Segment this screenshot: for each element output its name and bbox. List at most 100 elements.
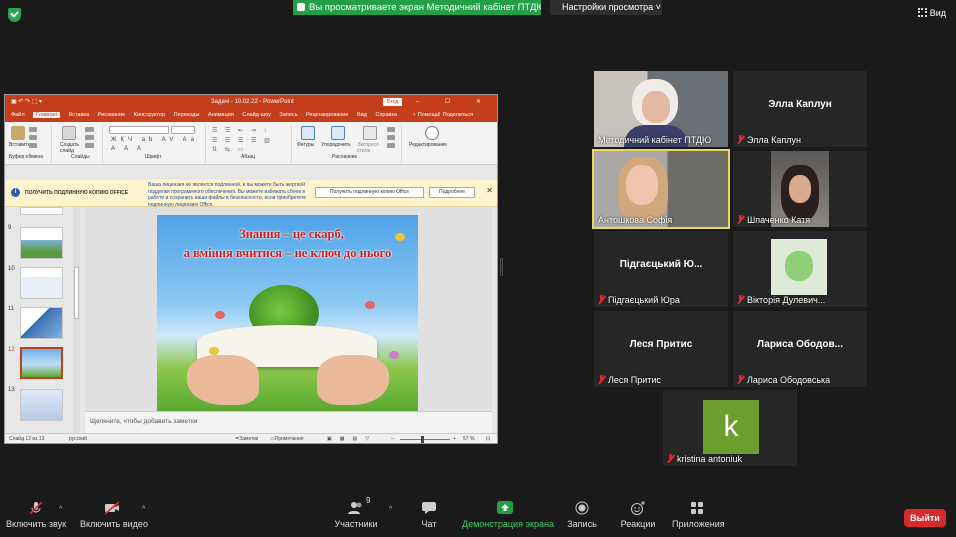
- leave-meeting-button[interactable]: Выйти: [904, 509, 946, 527]
- fit-slide-icon[interactable]: ⊡: [486, 434, 490, 443]
- participant-tile-active-speaker[interactable]: Антошкова Софія: [592, 149, 730, 229]
- editing-label: Редактирование: [409, 142, 448, 148]
- apps-icon: [689, 501, 705, 515]
- participant-tile[interactable]: Шпаченко Катя: [733, 151, 867, 227]
- license-warning-text[interactable]: Ваша лицензия не является подлинной, и в…: [148, 182, 308, 208]
- ppt-window-controls[interactable]: ▭ – ☐ ✕: [385, 95, 493, 109]
- resize-handle[interactable]: [500, 258, 503, 276]
- butterfly-image: [389, 351, 399, 359]
- scrollbar-thumb[interactable]: [74, 267, 79, 319]
- share-screen-button[interactable]: Демонстрация экрана: [462, 492, 554, 537]
- notes-toggle[interactable]: ≐ Заметки: [235, 434, 258, 443]
- security-shield-icon[interactable]: [8, 8, 21, 22]
- ribbon-tab-home[interactable]: Главная: [33, 112, 60, 118]
- shape-outline-icon[interactable]: [387, 135, 395, 140]
- slide-thumbnail[interactable]: [20, 307, 63, 339]
- list-buttons[interactable]: ☰ ☰ ⇤ ⇥ ↕: [212, 127, 269, 134]
- participant-tile[interactable]: k kristina antoniuk: [663, 390, 797, 466]
- slide-thumbnail[interactable]: [20, 207, 63, 215]
- ribbon-tab-transitions[interactable]: Переходы: [174, 112, 200, 118]
- participants-button[interactable]: Участники: [334, 492, 378, 537]
- arrange-icon[interactable]: [331, 126, 345, 140]
- ppt-share-button[interactable]: ⇧ Поделиться: [436, 109, 480, 122]
- text-direction-buttons[interactable]: ⇅ ⇆ ▭: [212, 146, 246, 153]
- copy-icon[interactable]: [29, 135, 37, 140]
- section-icon[interactable]: [85, 143, 94, 148]
- comments-toggle[interactable]: ▭ Примечания: [270, 434, 304, 443]
- mic-muted-icon: [28, 501, 44, 515]
- slide-thumbnail-selected[interactable]: [20, 347, 63, 379]
- participants-count: 9: [366, 496, 371, 505]
- zoom-out-button[interactable]: –: [391, 434, 394, 443]
- mic-muted-icon: [737, 375, 744, 384]
- participants-options-chevron-icon[interactable]: ^: [389, 506, 392, 513]
- find-icon[interactable]: [425, 126, 439, 140]
- ribbon-separator: [205, 125, 206, 163]
- reset-icon[interactable]: [85, 135, 94, 140]
- zoom-in-button[interactable]: +: [453, 434, 456, 443]
- notes-pane[interactable]: Щелкните, чтобы добавить заметки: [85, 411, 492, 433]
- view-button[interactable]: Вид: [917, 8, 946, 18]
- slide-editing-canvas[interactable]: Знання – це скарб, а вміння вчитися – не…: [85, 207, 492, 411]
- new-slide-icon[interactable]: [62, 126, 76, 140]
- font-size-select[interactable]: [171, 126, 195, 134]
- shapes-label: Фигуры: [297, 142, 315, 148]
- ribbon-tab-insert[interactable]: Вставка: [69, 112, 89, 118]
- participant-tile[interactable]: Лариса Ободов... Лариса Ободовська: [733, 311, 867, 387]
- quick-access-toolbar-icons[interactable]: ▣ ↶ ↷ ⬚ ▾: [11, 95, 42, 109]
- view-mode-buttons[interactable]: ▣▦▤▽: [327, 434, 377, 443]
- express-styles-label: Экспресс-стили: [357, 142, 381, 154]
- participant-name-text: Леся Притис: [608, 375, 661, 385]
- participant-tile[interactable]: Методичний кабінет ПТДЮ: [594, 71, 728, 147]
- express-styles-icon[interactable]: [363, 126, 377, 140]
- participant-name: Шпаченко Катя: [737, 215, 810, 225]
- zoom-level[interactable]: 57 %: [463, 434, 474, 443]
- shape-effects-icon[interactable]: [387, 143, 395, 148]
- ribbon-tab-record[interactable]: Запись: [279, 112, 297, 118]
- font-name-select[interactable]: [109, 126, 169, 134]
- apps-button[interactable]: Приложения: [672, 492, 725, 537]
- audio-options-chevron-icon[interactable]: ^: [59, 506, 62, 513]
- share-screen-label: Демонстрация экрана: [462, 519, 554, 529]
- unmute-button[interactable]: Включить звук: [6, 492, 66, 537]
- view-settings-dropdown[interactable]: Настройки просмотра ˅: [550, 0, 662, 15]
- shape-fill-icon[interactable]: [387, 127, 395, 132]
- slide-scrollbar[interactable]: [492, 207, 497, 433]
- more-info-button[interactable]: Подробнее: [429, 187, 475, 198]
- chat-button[interactable]: Чат: [416, 492, 442, 537]
- ribbon-tab-view[interactable]: Вид: [357, 112, 367, 118]
- ribbon-tab-slideshow[interactable]: Слайд-шоу: [242, 112, 271, 118]
- ribbon-tab-file[interactable]: Файл: [11, 112, 25, 118]
- get-genuine-office-button[interactable]: Получить подлинную копию Office: [315, 187, 424, 198]
- zoom-slider-thumb[interactable]: [421, 436, 424, 443]
- slide-thumbnail[interactable]: [20, 267, 63, 299]
- slide-thumbnail[interactable]: [20, 389, 63, 421]
- close-icon[interactable]: ✕: [486, 186, 493, 195]
- language-indicator[interactable]: русский: [69, 434, 87, 443]
- slide-thumbnail[interactable]: [20, 227, 63, 259]
- start-video-button[interactable]: Включить видео: [80, 492, 148, 537]
- reactions-button[interactable]: Реакции: [620, 492, 656, 537]
- participant-tile[interactable]: Вікторія Дулевич...: [733, 231, 867, 307]
- video-options-chevron-icon[interactable]: ^: [142, 506, 145, 513]
- participant-tile[interactable]: Леся Притис Леся Притис: [594, 311, 728, 387]
- ribbon-tab-help[interactable]: Справка: [375, 112, 397, 118]
- layout-icon[interactable]: [85, 127, 94, 132]
- format-painter-icon[interactable]: [29, 143, 37, 148]
- thumbnail-scrollbar[interactable]: [73, 207, 80, 433]
- ribbon-tab-design[interactable]: Конструктор: [134, 112, 165, 118]
- current-slide[interactable]: Знання – це скарб, а вміння вчитися – не…: [157, 215, 418, 411]
- shapes-icon[interactable]: [301, 126, 315, 140]
- ribbon-tab-animations[interactable]: Анимация: [208, 112, 234, 118]
- ribbon-tab-draw[interactable]: Рисование: [98, 112, 126, 118]
- participant-tile[interactable]: Элла Каплун Элла Каплун: [733, 71, 867, 147]
- font-color-buttons[interactable]: A A A: [111, 146, 145, 152]
- ribbon-tab-review[interactable]: Рецензирование: [306, 112, 348, 118]
- zoom-slider[interactable]: [400, 439, 450, 440]
- participant-tile[interactable]: Підгаєцький Ю... Підгаєцький Юра: [594, 231, 728, 307]
- font-format-buttons[interactable]: ЖКЧ ab AV Aa: [111, 137, 198, 143]
- cut-icon[interactable]: [29, 127, 37, 132]
- record-button[interactable]: Запись: [566, 492, 598, 537]
- align-buttons[interactable]: ☰ ☰ ☰ ☰ ▥: [212, 137, 273, 144]
- paste-icon[interactable]: [11, 126, 25, 140]
